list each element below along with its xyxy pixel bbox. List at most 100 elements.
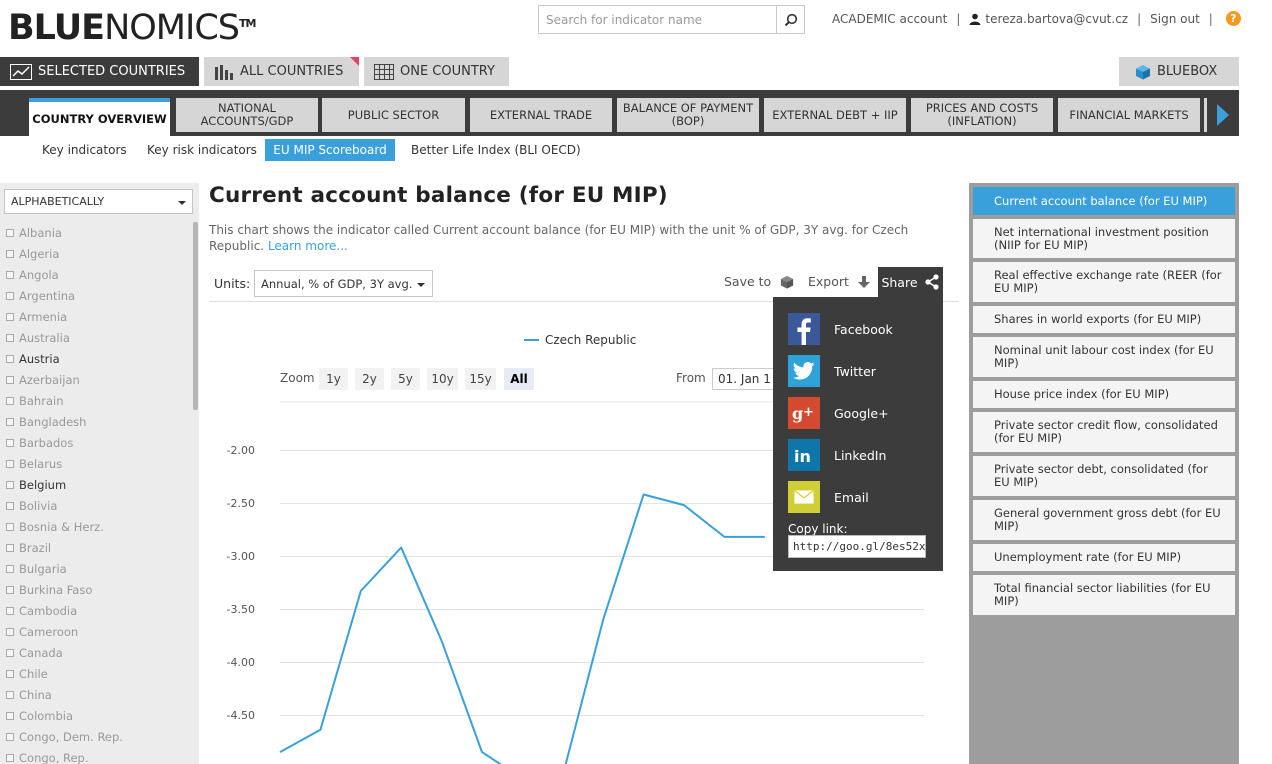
- country-item[interactable]: Australia: [6, 330, 70, 346]
- tab-bluebox[interactable]: BLUEBOX: [1119, 57, 1239, 86]
- checkbox[interactable]: [6, 523, 14, 531]
- country-item[interactable]: Bolivia: [6, 498, 57, 514]
- indicator-item[interactable]: Shares in world exports (for EU MIP): [973, 306, 1235, 333]
- checkbox[interactable]: [6, 313, 14, 321]
- sidebar-scrollbar[interactable]: [193, 222, 198, 410]
- checkbox[interactable]: [6, 271, 14, 279]
- country-item[interactable]: Argentina: [6, 288, 75, 304]
- subtab-key-indicators[interactable]: Key indicators: [36, 139, 133, 161]
- checkbox[interactable]: [6, 607, 14, 615]
- category-national-accounts[interactable]: NATIONAL ACCOUNTS/GDP: [176, 98, 318, 132]
- country-item[interactable]: Armenia: [6, 309, 67, 325]
- checkbox[interactable]: [6, 355, 14, 363]
- country-item[interactable]: Austria: [6, 351, 60, 367]
- search-button[interactable]: [776, 6, 804, 33]
- category-external-trade[interactable]: EXTERNAL TRADE: [470, 98, 612, 132]
- checkbox[interactable]: [6, 334, 14, 342]
- indicator-item[interactable]: Current account balance (for EU MIP): [973, 187, 1235, 215]
- share-facebook[interactable]: Facebook: [788, 313, 893, 345]
- country-item[interactable]: Angola: [6, 267, 59, 283]
- country-item[interactable]: Congo, Dem. Rep.: [6, 729, 123, 745]
- checkbox[interactable]: [6, 397, 14, 405]
- checkbox[interactable]: [6, 292, 14, 300]
- export-button[interactable]: Export: [808, 274, 871, 289]
- zoom-button-2y[interactable]: 2y: [355, 368, 384, 390]
- category-next-button[interactable]: [1207, 98, 1239, 132]
- category-balance-of-payment[interactable]: BALANCE OF PAYMENT (BOP): [617, 98, 759, 132]
- tab-one-country[interactable]: ONE COUNTRY: [364, 57, 509, 86]
- indicator-item[interactable]: Net international investment position (N…: [973, 219, 1235, 258]
- indicator-item[interactable]: General government gross debt (for EU MI…: [973, 500, 1235, 540]
- share-email[interactable]: Email: [788, 481, 869, 513]
- account-type-link[interactable]: ACADEMIC account: [832, 12, 947, 26]
- checkbox[interactable]: [6, 754, 14, 762]
- share-google-plus[interactable]: g + Google+: [788, 397, 889, 429]
- country-item[interactable]: Canada: [6, 645, 63, 661]
- checkbox[interactable]: [6, 481, 14, 489]
- share-linkedin[interactable]: in LinkedIn: [788, 439, 886, 471]
- country-item[interactable]: China: [6, 687, 52, 703]
- zoom-button-5y[interactable]: 5y: [391, 368, 420, 390]
- checkbox[interactable]: [6, 460, 14, 468]
- checkbox[interactable]: [6, 250, 14, 258]
- indicator-item[interactable]: Nominal unit labour cost index (for EU M…: [973, 337, 1235, 377]
- category-external-debt[interactable]: EXTERNAL DEBT + IIP: [764, 98, 906, 132]
- category-prices-and-costs[interactable]: PRICES AND COSTS (INFLATION): [911, 98, 1053, 132]
- subtab-eu-mip-scoreboard[interactable]: EU MIP Scoreboard: [265, 139, 395, 161]
- tab-selected-countries[interactable]: SELECTED COUNTRIES: [0, 57, 199, 86]
- checkbox[interactable]: [6, 670, 14, 678]
- subtab-key-risk-indicators[interactable]: Key risk indicators: [141, 139, 263, 161]
- legend-item[interactable]: Czech Republic: [524, 333, 636, 347]
- zoom-button-1y[interactable]: 1y: [319, 368, 348, 390]
- country-item[interactable]: Brazil: [6, 540, 51, 556]
- share-twitter[interactable]: Twitter: [788, 355, 876, 387]
- country-item[interactable]: Congo, Rep.: [6, 750, 89, 764]
- user-email-link[interactable]: tereza.bartova@cvut.cz: [985, 12, 1128, 26]
- learn-more-link[interactable]: Learn more...: [268, 239, 348, 253]
- country-item[interactable]: Albania: [6, 225, 62, 241]
- checkbox[interactable]: [6, 376, 14, 384]
- checkbox[interactable]: [6, 586, 14, 594]
- checkbox[interactable]: [6, 712, 14, 720]
- country-item[interactable]: Bahrain: [6, 393, 63, 409]
- zoom-button-10y[interactable]: 10y: [427, 368, 458, 390]
- country-item[interactable]: Colombia: [6, 708, 73, 724]
- indicator-item[interactable]: House price index (for EU MIP): [973, 381, 1235, 408]
- tab-all-countries[interactable]: ALL COUNTRIES: [204, 57, 359, 86]
- subtab-better-life-index[interactable]: Better Life Index (BLI OECD): [405, 139, 587, 161]
- country-item[interactable]: Bangladesh: [6, 414, 86, 430]
- indicator-item[interactable]: Private sector debt, consolidated (for E…: [973, 456, 1235, 496]
- sort-select[interactable]: ALPHABETICALLY: [4, 189, 193, 214]
- category-country-overview[interactable]: COUNTRY OVERVIEW: [29, 98, 170, 136]
- checkbox[interactable]: [6, 439, 14, 447]
- from-date-input[interactable]: 01. Jan 1: [712, 368, 774, 390]
- zoom-button-all[interactable]: All: [504, 368, 534, 390]
- checkbox[interactable]: [6, 418, 14, 426]
- save-to-button[interactable]: Save to: [724, 274, 794, 289]
- country-item[interactable]: Belarus: [6, 456, 62, 472]
- checkbox[interactable]: [6, 565, 14, 573]
- indicator-item[interactable]: Unemployment rate (for EU MIP): [973, 544, 1235, 571]
- checkbox[interactable]: [6, 229, 14, 237]
- country-item[interactable]: Azerbaijan: [6, 372, 80, 388]
- bluenomics-logo[interactable]: BLUENOMICSTM: [8, 6, 256, 50]
- checkbox[interactable]: [6, 544, 14, 552]
- sign-out-link[interactable]: Sign out: [1150, 12, 1200, 26]
- indicator-item[interactable]: Total financial sector liabilities (for …: [973, 575, 1235, 615]
- country-item[interactable]: Algeria: [6, 246, 59, 262]
- country-item[interactable]: Bosnia & Herz.: [6, 519, 104, 535]
- checkbox[interactable]: [6, 628, 14, 636]
- checkbox[interactable]: [6, 691, 14, 699]
- country-item[interactable]: Barbados: [6, 435, 73, 451]
- country-item[interactable]: Cameroon: [6, 624, 78, 640]
- checkbox[interactable]: [6, 502, 14, 510]
- country-item[interactable]: Bulgaria: [6, 561, 67, 577]
- country-item[interactable]: Cambodia: [6, 603, 77, 619]
- country-item[interactable]: Chile: [6, 666, 48, 682]
- units-select[interactable]: Annual, % of GDP, 3Y avg.: [254, 270, 433, 297]
- search-input[interactable]: [539, 6, 777, 33]
- category-financial-markets[interactable]: FINANCIAL MARKETS: [1058, 98, 1200, 132]
- checkbox[interactable]: [6, 733, 14, 741]
- share-button[interactable]: Share: [878, 267, 943, 297]
- country-item[interactable]: Burkina Faso: [6, 582, 92, 598]
